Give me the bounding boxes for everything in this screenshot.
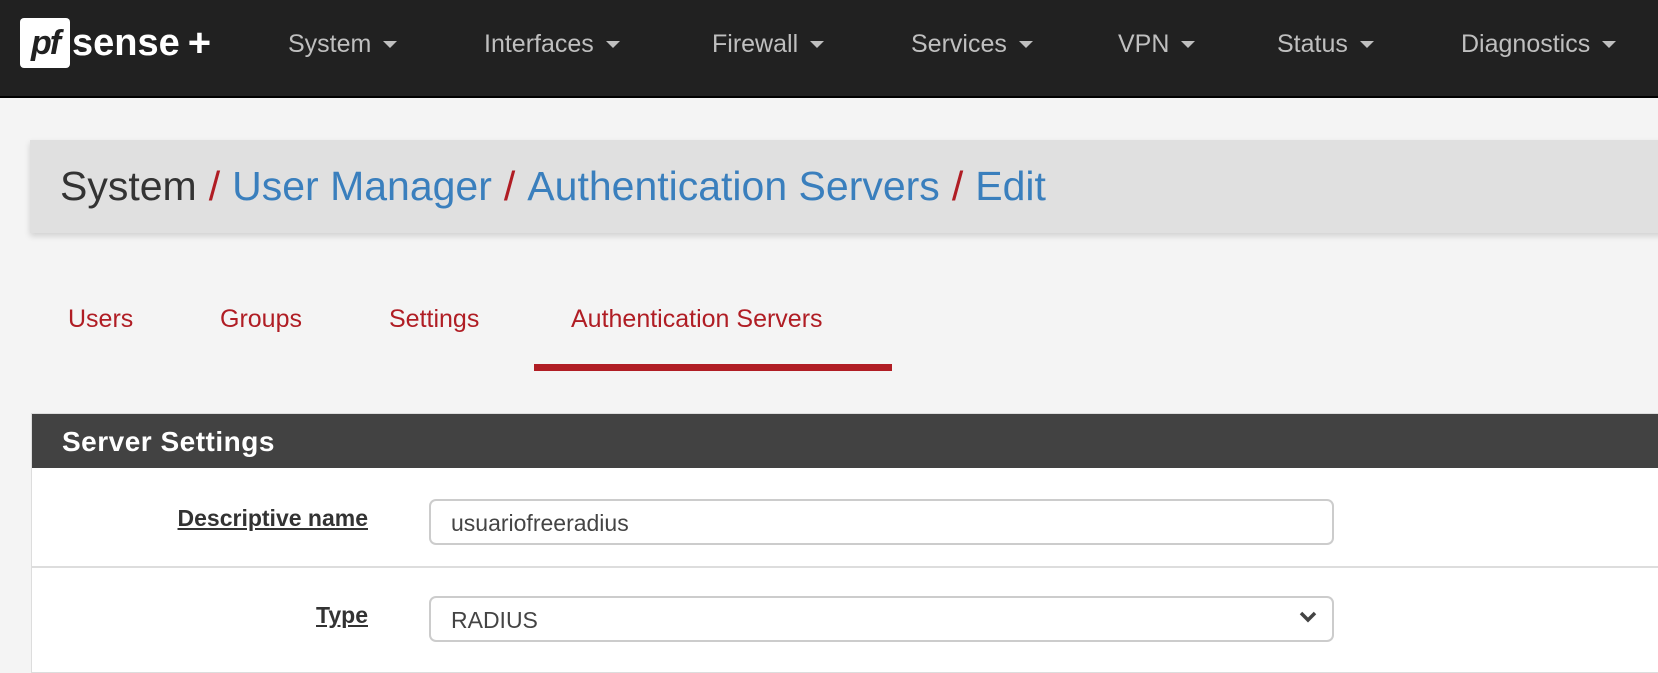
caret-down-icon — [1602, 41, 1617, 48]
nav-services[interactable]: Services — [911, 30, 1033, 59]
nav-label: Diagnostics — [1461, 30, 1591, 58]
chevron-down-icon — [1299, 611, 1317, 623]
tab-users[interactable]: Users — [68, 305, 133, 334]
nav-label: Interfaces — [484, 30, 594, 58]
caret-down-icon — [1018, 41, 1033, 48]
breadcrumb-user-manager[interactable]: User Manager — [232, 163, 492, 210]
pfsense-logo[interactable]: pf sense + — [20, 18, 211, 68]
caret-down-icon — [1359, 41, 1374, 48]
nav-label: Firewall — [712, 30, 799, 58]
caret-down-icon — [1181, 41, 1196, 48]
nav-diagnostics[interactable]: Diagnostics — [1461, 30, 1617, 59]
breadcrumb-separator: / — [951, 163, 964, 209]
caret-down-icon — [810, 41, 825, 48]
breadcrumb-separator: / — [503, 163, 516, 209]
type-row: Type RADIUS — [32, 568, 1658, 668]
nav-firewall[interactable]: Firewall — [712, 30, 825, 59]
descriptive-name-label: Descriptive name — [177, 505, 368, 531]
nav-label: System — [288, 30, 372, 58]
breadcrumb-authentication-servers[interactable]: Authentication Servers — [527, 163, 940, 210]
descriptive-name-input[interactable]: usuariofreeradius — [429, 499, 1334, 545]
nav-system[interactable]: System — [288, 30, 398, 59]
nav-label: Services — [911, 30, 1007, 58]
caret-down-icon — [605, 41, 620, 48]
type-select[interactable]: RADIUS — [429, 596, 1334, 642]
type-select-value: RADIUS — [451, 607, 538, 633]
nav-vpn[interactable]: VPN — [1118, 30, 1196, 59]
breadcrumb-separator: / — [208, 163, 221, 209]
nav-label: Status — [1277, 30, 1348, 58]
server-settings-panel: Server Settings Descriptive name usuario… — [31, 413, 1658, 673]
nav-interfaces[interactable]: Interfaces — [484, 30, 620, 59]
panel-title: Server Settings — [32, 414, 1658, 468]
active-tab-indicator — [534, 364, 892, 371]
descriptive-name-row: Descriptive name usuariofreeradius — [32, 468, 1658, 568]
nav-status[interactable]: Status — [1277, 30, 1374, 59]
caret-down-icon — [383, 41, 398, 48]
nav-label: VPN — [1118, 30, 1170, 58]
top-navbar: pf sense + System Interfaces Firewall Serv… — [0, 0, 1658, 98]
tab-authentication-servers[interactable]: Authentication Servers — [571, 305, 823, 334]
tab-settings[interactable]: Settings — [389, 305, 479, 334]
breadcrumb-edit[interactable]: Edit — [975, 163, 1046, 210]
breadcrumb: System / User Manager / Authentication Ser… — [30, 140, 1658, 233]
type-label: Type — [316, 602, 368, 628]
tab-groups[interactable]: Groups — [220, 305, 302, 334]
breadcrumb-system: System — [60, 163, 197, 209]
